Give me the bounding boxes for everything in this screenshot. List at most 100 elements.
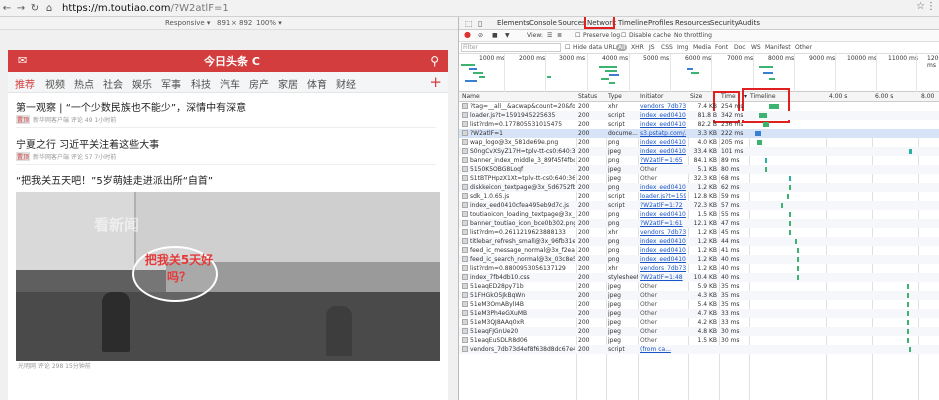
request-row[interactable]: S0ngCvXSyZ17H=tplv-tt-cs0:640:360...200 j… (459, 147, 939, 156)
disable-cache-checkbox[interactable]: ☐ (621, 32, 626, 39)
reload-icon[interactable]: ↻ (28, 3, 42, 14)
channel-tab[interactable]: 科技 (191, 76, 211, 91)
request-row[interactable]: wap_logo@3x_581de69e.png 200 png index_eed0… (459, 138, 939, 147)
emulated-width[interactable]: 891 (217, 19, 230, 27)
request-initiator[interactable]: loader.js?t=159... (640, 193, 686, 200)
capture-icon[interactable]: ■ (492, 32, 498, 39)
request-initiator[interactable]: index_eed0410... (640, 211, 686, 218)
request-initiator[interactable]: vendors_7db73d... (640, 103, 686, 110)
hide-data-urls-checkbox[interactable]: ☐ (565, 44, 570, 51)
tab-elements[interactable]: Elements (497, 19, 530, 27)
request-row[interactable]: list?rdm=0.8800953056137129 200 xhr vendors… (459, 264, 939, 273)
search-icon[interactable]: ⚲ (430, 54, 439, 68)
filter-media[interactable]: Media (693, 44, 711, 51)
request-row[interactable]: loader.js?t=1591945225635 200 script index_… (459, 111, 939, 120)
tab-profiles[interactable]: Profiles (648, 19, 673, 27)
tab-audits[interactable]: Audits (738, 19, 760, 27)
request-initiator[interactable]: index_eed0410... (640, 121, 686, 128)
request-initiator[interactable]: index_eed0410... (640, 247, 686, 254)
filter-doc[interactable]: Doc (734, 44, 746, 51)
forward-arrow-icon[interactable]: → (14, 3, 28, 14)
request-row[interactable]: 51eaqFJGnUe20 200 jpeg Other 4.8 KB 30 ms (459, 327, 939, 336)
request-row[interactable]: sdk_1.0.65.js 200 script loader.js?t=159...… (459, 192, 939, 201)
request-row[interactable]: list?rdm=0.177805531015475 200 script index… (459, 120, 939, 129)
channel-tab[interactable]: 汽车 (220, 76, 240, 91)
device-select[interactable]: Responsive ▾ (165, 19, 210, 27)
header-logo[interactable]: 今日头条 C (204, 53, 260, 69)
back-arrow-icon[interactable]: ← (0, 3, 14, 14)
device-mode-icon[interactable]: ▯ (478, 19, 482, 28)
preserve-log-checkbox[interactable]: ☐ (575, 32, 580, 39)
request-initiator[interactable]: ?W2atlF=1:72 (640, 202, 686, 209)
request-initiator[interactable]: s3.pstatp.com/... (640, 130, 686, 137)
request-row[interactable]: index_eed0410cfea495eb9d7c.js 200 script ?W… (459, 201, 939, 210)
throttling-select[interactable]: No throttling (674, 32, 712, 39)
channel-tab[interactable]: 财经 (336, 76, 356, 91)
request-row[interactable]: titlebar_refresh_small@3x_96fb31e4.p...2… (459, 237, 939, 246)
request-initiator[interactable]: ?W2atlF=1:61 (640, 220, 686, 227)
filter-icon[interactable]: ▼ (505, 32, 510, 39)
clear-icon[interactable]: ⊘ (478, 32, 483, 39)
request-initiator[interactable]: (from ca... (640, 346, 686, 353)
filter-font[interactable]: Font (715, 44, 728, 51)
request-row[interactable]: 51FHGkO5JkBqWn 200 jpeg Other 4.3 KB 35 ms (459, 291, 939, 300)
channel-tab[interactable]: 娱乐 (132, 76, 152, 91)
channel-tab[interactable]: 热点 (74, 76, 94, 91)
request-initiator[interactable]: index_eed0410... (640, 184, 686, 191)
request-initiator[interactable]: ?W2atlF=1:48 (640, 274, 686, 281)
channel-tab[interactable]: 推荐 (15, 76, 35, 91)
request-initiator[interactable]: index_eed0410... (640, 256, 686, 263)
article-photo[interactable]: 看新闻 把我关5天好吗？ 光明网 评论 298 15分钟前 (16, 192, 440, 372)
home-icon[interactable]: ⌂ (42, 3, 56, 14)
zoom-select[interactable]: 100% ▾ (256, 19, 282, 27)
col-type[interactable]: Type (608, 93, 622, 100)
tab-security[interactable]: Security (710, 19, 739, 27)
request-row[interactable]: S1tBTPHpzX1Xt=tplv-tt-cs0:640:360... 200 j… (459, 174, 939, 183)
list-view-icon[interactable]: ☰ (547, 32, 552, 39)
col-size[interactable]: Size (690, 93, 702, 100)
filter-css[interactable]: CSS (661, 44, 673, 51)
menu-icon[interactable]: ⋮ (926, 1, 936, 12)
url-field[interactable]: https://m.toutiao.com/?W2atlF=1 (62, 3, 229, 14)
tab-timeline[interactable]: Timeline (618, 19, 648, 27)
tab-console[interactable]: Console (529, 19, 557, 27)
request-row[interactable]: banner_index_middle_3_89f45f4fbd9b...200… (459, 156, 939, 165)
channel-tab[interactable]: 体育 (307, 76, 327, 91)
channel-tab[interactable]: 社会 (103, 76, 123, 91)
filter-manifest[interactable]: Manifest (765, 44, 791, 51)
channel-tab[interactable]: 军事 (161, 76, 181, 91)
channel-tab[interactable]: 视频 (45, 76, 65, 91)
inspect-icon[interactable]: ⬚ (465, 19, 473, 28)
filter-img[interactable]: Img (677, 44, 688, 51)
col-status[interactable]: Status (578, 93, 597, 100)
request-row[interactable]: index_7fb4db10.css 200 stylesheet ?W2atlF=1… (459, 273, 939, 282)
request-row[interactable]: banner_toutiao_icon_bce0b302.png 200 png ?W… (459, 219, 939, 228)
request-row[interactable]: toutiaoicon_loading_textpage@3x_f7c...20… (459, 210, 939, 219)
request-row[interactable]: diskkeicon_textpage@3x_5d6752fb.p...200 p… (459, 183, 939, 192)
request-initiator[interactable]: index_eed0410... (640, 139, 686, 146)
emulated-height[interactable]: 892 (239, 19, 252, 27)
request-initiator[interactable]: index_eed0410... (640, 238, 686, 245)
article-title[interactable]: “把我关五天吧！”5岁萌娃走进派出所“自首” (16, 172, 213, 187)
bookmark-star-icon[interactable]: ☆ (916, 1, 925, 12)
request-row[interactable]: 51eaqEuSDLR8d06 200 jpeg Other 1.5 KB 30 ms (459, 336, 939, 345)
request-initiator[interactable]: ?W2atlF=1:65 (640, 157, 686, 164)
tab-sources[interactable]: Sources (558, 19, 586, 27)
request-row[interactable]: 51eaqED28py71b 200 jpeg Other 5.9 KB 35 ms (459, 282, 939, 291)
request-row[interactable]: 51eM3QJ8AAq0xR 200 jpeg Other 4.2 KB 33 ms (459, 318, 939, 327)
request-initiator[interactable]: vendors_7db73d... (640, 265, 686, 272)
request-initiator[interactable]: vendors_7db73d... (640, 229, 686, 236)
col-name[interactable]: Name (462, 93, 480, 100)
filter-xhr[interactable]: XHR (631, 44, 644, 51)
filter-ws[interactable]: WS (751, 44, 761, 51)
request-row[interactable]: list?rdm=0.2611219623888133 200 xhr vendors… (459, 228, 939, 237)
overview-view-icon[interactable]: ≣ (557, 32, 562, 39)
request-row[interactable]: ?W2atlF=1 200 docume... s3.pstatp.com/... 3.… (459, 129, 939, 138)
filter-js[interactable]: JS (649, 44, 655, 51)
record-icon[interactable]: ● (464, 30, 471, 39)
request-initiator[interactable]: index_eed0410... (640, 148, 686, 155)
request-row[interactable]: vendors_7db73d4ef8f638d8dc67e4.js 200 scri… (459, 345, 939, 354)
request-row[interactable]: ?tag=__all__&acwap&count=20&for... 200 xhr… (459, 102, 939, 111)
request-row[interactable]: 51eM3Ph4eGXuMB 200 jpeg Other 4.7 KB 33 ms (459, 309, 939, 318)
request-row[interactable]: 51eM3OmABylI4B 200 jpeg Other 5.4 KB 35 ms (459, 300, 939, 309)
